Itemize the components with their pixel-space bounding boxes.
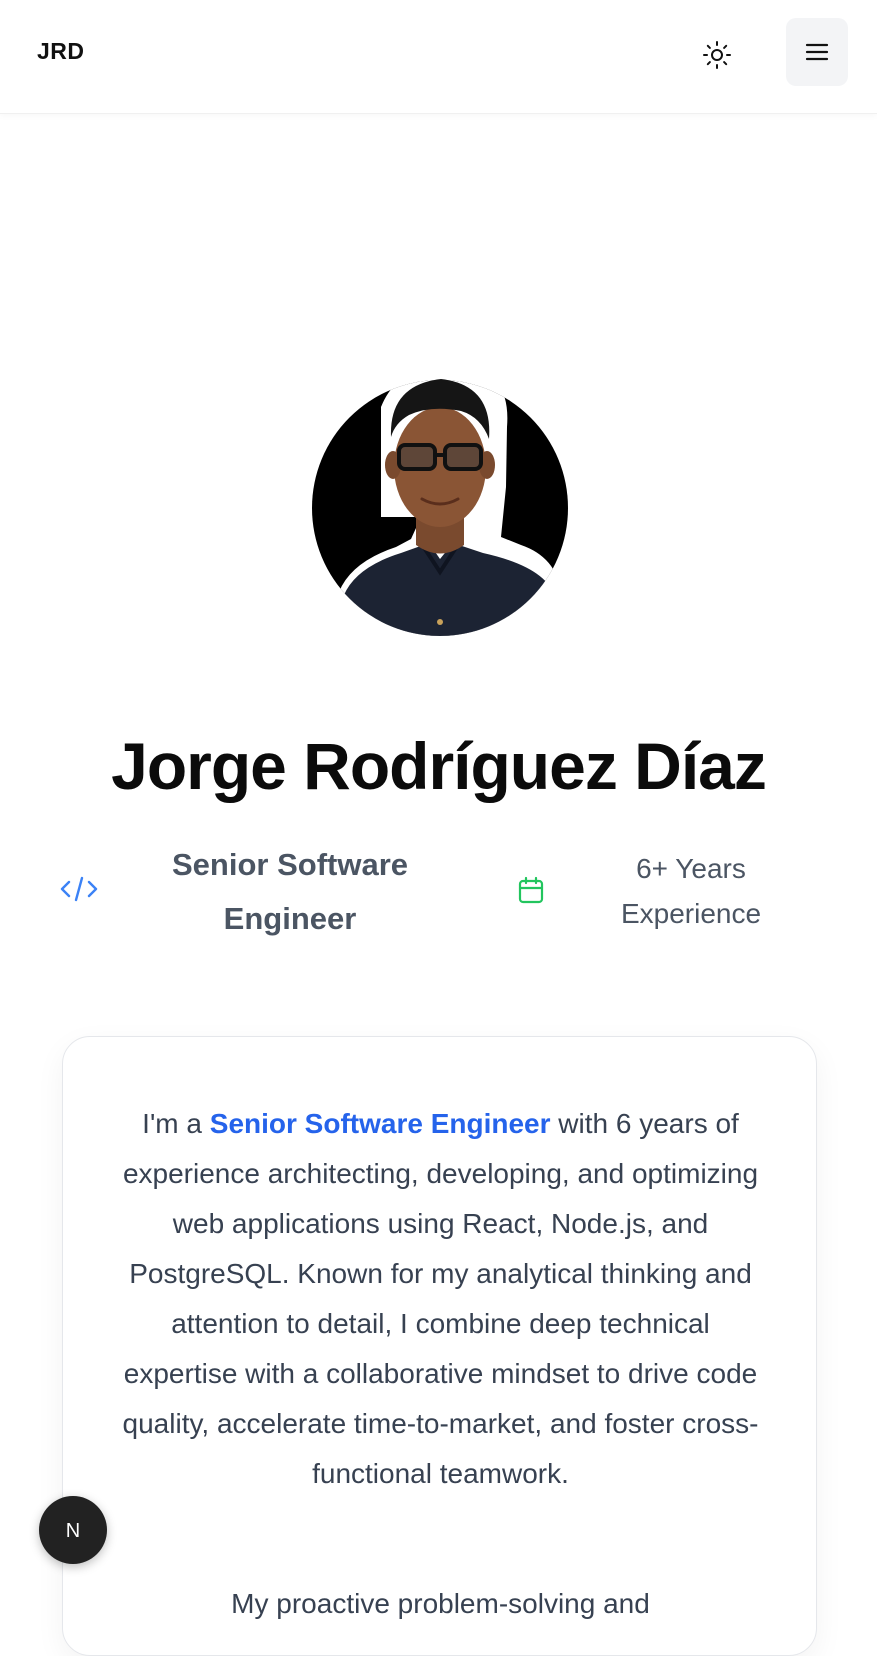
profile-name: Jorge Rodríguez Díaz bbox=[111, 729, 767, 803]
bio-card: I'm a Senior Software Engineer with 6 ye… bbox=[62, 1036, 817, 1656]
site-header: JRD bbox=[0, 0, 877, 114]
bio-intro: I'm a bbox=[142, 1108, 210, 1139]
profile-role: Senior Software Engineer bbox=[172, 847, 408, 936]
menu-button[interactable] bbox=[786, 18, 848, 86]
profile-avatar bbox=[312, 379, 568, 636]
calendar-icon bbox=[518, 876, 544, 904]
bio-paragraph: I'm a Senior Software Engineer with 6 ye… bbox=[111, 1099, 770, 1499]
bio-paragraph-2: My proactive problem-solving and bbox=[231, 1588, 650, 1619]
bio-rest: with 6 years of experience architecting,… bbox=[122, 1108, 759, 1489]
theme-toggle-button[interactable] bbox=[692, 30, 742, 80]
profile-experience: 6+ Years Experience bbox=[620, 853, 762, 929]
nextjs-dev-badge[interactable]: N bbox=[39, 1496, 107, 1564]
sun-icon bbox=[703, 41, 731, 69]
bio-highlight-role: Senior Software Engineer bbox=[209, 1108, 551, 1139]
svg-text:N: N bbox=[66, 1520, 80, 1542]
code-icon bbox=[60, 876, 98, 902]
hamburger-menu-icon bbox=[805, 43, 829, 61]
site-logo[interactable]: JRD bbox=[37, 38, 85, 65]
nextjs-logo-icon: N bbox=[66, 1520, 80, 1542]
